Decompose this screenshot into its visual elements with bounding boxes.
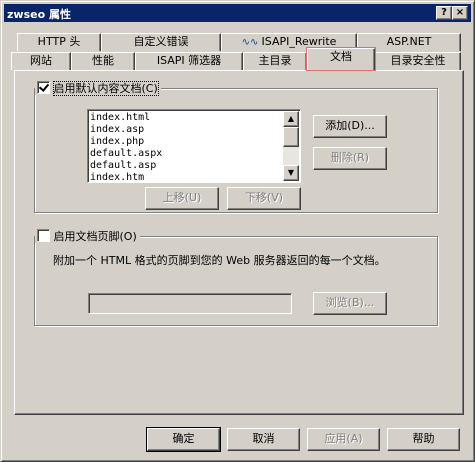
document-footer-toggle[interactable]: 启用文档页脚(O) bbox=[35, 229, 140, 243]
tab-performance[interactable]: 性能 bbox=[71, 52, 135, 70]
footer-path-field[interactable] bbox=[88, 293, 292, 314]
scroll-down-icon[interactable]: ▼ bbox=[283, 165, 299, 181]
document-footer-checkbox[interactable] bbox=[37, 229, 50, 242]
list-item[interactable]: index.htm bbox=[90, 172, 300, 184]
tab-http-headers[interactable]: HTTP 头 bbox=[17, 33, 101, 51]
default-document-checkbox[interactable] bbox=[37, 81, 50, 94]
list-scrollbar[interactable]: ▲ ▼ bbox=[283, 111, 299, 181]
ok-button[interactable]: 确定 bbox=[146, 427, 221, 452]
default-documents-list[interactable]: index.html index.asp index.php default.a… bbox=[87, 109, 301, 183]
tab-website[interactable]: 网站 bbox=[11, 52, 71, 70]
tab-isapi-rewrite-label: ISAPI_Rewrite bbox=[261, 35, 337, 48]
help-title-button[interactable]: ? bbox=[436, 6, 452, 20]
tab-documents[interactable]: 文档 bbox=[306, 47, 376, 71]
close-title-button[interactable]: × bbox=[452, 6, 468, 20]
move-down-button[interactable]: 下移(V) bbox=[227, 187, 301, 210]
list-item[interactable]: default.asp bbox=[90, 160, 300, 172]
title-bar: zwseo 属性 ? × bbox=[4, 4, 471, 22]
help-button[interactable]: 帮助 bbox=[387, 428, 460, 451]
default-document-toggle[interactable]: 启用默认内容文档(C) bbox=[35, 81, 161, 96]
footer-description: 附加一个 HTML 格式的页脚到您的 Web 服务器返回的每一个文档。 bbox=[53, 254, 386, 267]
document-footer-label: 启用文档页脚(O) bbox=[53, 230, 137, 243]
add-button[interactable]: 添加(D)... bbox=[313, 115, 387, 138]
window-title: zwseo 属性 bbox=[7, 8, 71, 21]
tab-directory-security[interactable]: 目录安全性 bbox=[375, 52, 461, 70]
move-up-button[interactable]: 上移(U) bbox=[145, 187, 219, 210]
apply-button[interactable]: 应用(A) bbox=[307, 428, 380, 451]
list-item[interactable]: index.html bbox=[90, 112, 300, 124]
cancel-button[interactable]: 取消 bbox=[227, 428, 300, 451]
tab-custom-errors[interactable]: 自定义错误 bbox=[101, 33, 221, 51]
tab-home-directory[interactable]: 主目录 bbox=[243, 52, 307, 70]
list-item[interactable]: default.aspx bbox=[90, 148, 300, 160]
list-item[interactable]: index.asp bbox=[90, 124, 300, 136]
properties-dialog: zwseo 属性 ? × HTTP 头 自定义错误 ∿∿ ISAPI_Rewri… bbox=[0, 0, 475, 462]
tab-isapi-filters[interactable]: ISAPI 筛选器 bbox=[135, 52, 243, 70]
wave-icon: ∿∿ bbox=[241, 37, 262, 48]
browse-button[interactable]: 浏览(B)... bbox=[313, 292, 387, 315]
scroll-up-icon[interactable]: ▲ bbox=[283, 111, 299, 127]
remove-button[interactable]: 删除(R) bbox=[313, 147, 387, 170]
scroll-thumb[interactable] bbox=[283, 127, 299, 147]
list-item[interactable]: index.php bbox=[90, 136, 300, 148]
default-document-label: 启用默认内容文档(C) bbox=[52, 81, 159, 96]
